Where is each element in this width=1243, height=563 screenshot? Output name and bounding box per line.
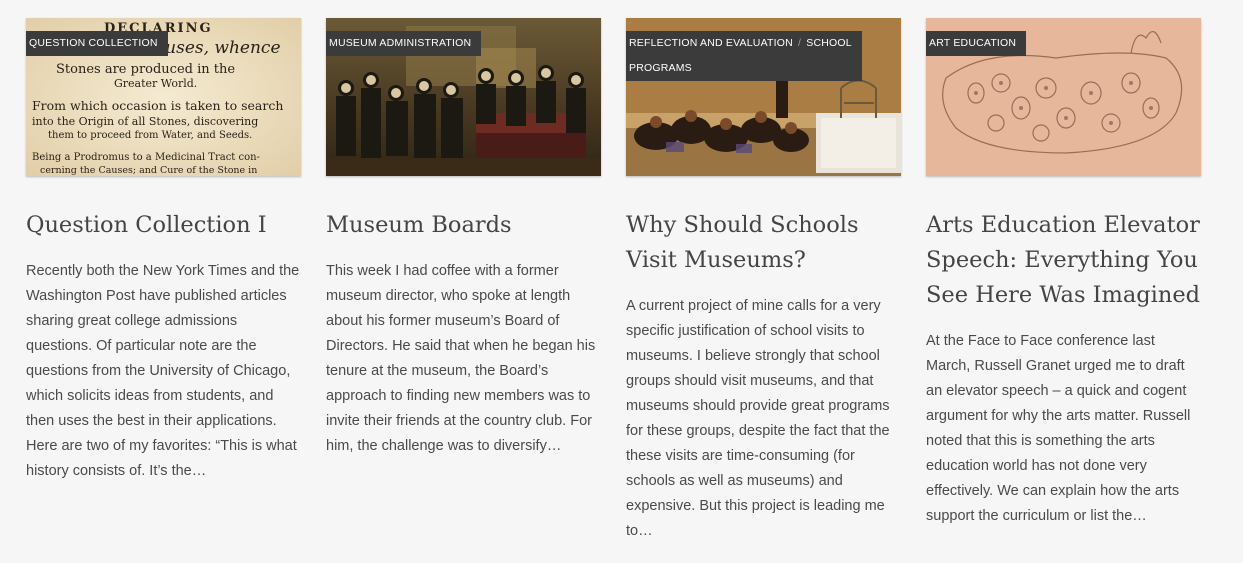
post-thumbnail[interactable]: ART EDUCATION bbox=[926, 18, 1201, 176]
post-title[interactable]: Museum Boards bbox=[326, 208, 601, 243]
svg-text:Greater World.: Greater World. bbox=[114, 77, 197, 90]
post-excerpt: A current project of mine calls for a ve… bbox=[626, 298, 890, 539]
category-tag[interactable]: QUESTION COLLECTION bbox=[26, 31, 168, 56]
post-card: ART EDUCATION Arts Education Elevator Sp… bbox=[926, 18, 1201, 529]
svg-text:From which occasion is taken t: From which occasion is taken to search bbox=[32, 98, 283, 113]
post-thumbnail[interactable]: MUSEUM ADMINISTRATION bbox=[326, 18, 601, 176]
svg-text:into the Origin of all Stones,: into the Origin of all Stones, discoveri… bbox=[32, 115, 258, 128]
post-title[interactable]: Why Should Schools Visit Museums? bbox=[626, 208, 901, 278]
post-card: DECLARING Causes, whence Stones are prod… bbox=[26, 18, 301, 484]
post-excerpt: At the Face to Face conference last Marc… bbox=[926, 333, 1191, 524]
post-card: MUSEUM ADMINISTRATION Museum Boards This… bbox=[326, 18, 601, 459]
category-tag[interactable]: REFLECTION AND EVALUATION / SCHOOL PROGRA… bbox=[626, 31, 862, 81]
post-card: REFLECTION AND EVALUATION / SCHOOL PROGRA… bbox=[626, 18, 901, 544]
category-tag[interactable]: ART EDUCATION bbox=[926, 31, 1027, 56]
post-thumbnail[interactable]: REFLECTION AND EVALUATION / SCHOOL PROGRA… bbox=[626, 18, 901, 176]
post-title[interactable]: Question Collection I bbox=[26, 208, 301, 243]
category-tag[interactable]: MUSEUM ADMINISTRATION bbox=[326, 31, 482, 56]
post-excerpt: This week I had coffee with a former mus… bbox=[326, 263, 596, 454]
post-title[interactable]: Arts Education Elevator Speech: Everythi… bbox=[926, 208, 1201, 313]
svg-text:cerning the Causes; and Cure o: cerning the Causes; and Cure of the Ston… bbox=[40, 165, 257, 176]
post-excerpt: Recently both the New York Times and the… bbox=[26, 263, 300, 479]
svg-text:them to proceed from Water, an: them to proceed from Water, and Seeds. bbox=[48, 130, 252, 141]
post-thumbnail[interactable]: DECLARING Causes, whence Stones are prod… bbox=[26, 18, 301, 176]
svg-text:Being a Prodromus to a Medicin: Being a Prodromus to a Medicinal Tract c… bbox=[32, 152, 260, 163]
svg-text:Stones are produced in the: Stones are produced in the bbox=[56, 62, 235, 77]
